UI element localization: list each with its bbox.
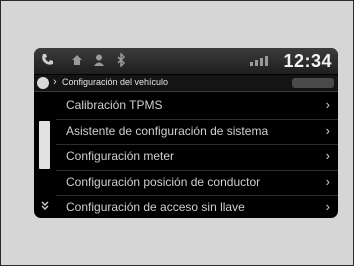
scrollbar[interactable] <box>37 96 50 214</box>
chevron-right-icon: › <box>325 199 330 214</box>
user-icon[interactable] <box>92 53 106 67</box>
phone-icon[interactable] <box>40 53 54 67</box>
list-item-keyless-access-settings[interactable]: Configuración de acceso sin llave › <box>56 196 338 218</box>
status-bar: 12:34 <box>34 48 338 74</box>
list-item-label: Asistente de configuración de sistema <box>66 123 269 138</box>
chevron-right-icon: › <box>325 173 330 189</box>
chevron-right-icon: › <box>53 76 57 88</box>
scrollbar-thumb[interactable] <box>39 121 50 169</box>
back-button[interactable] <box>37 77 49 89</box>
title-bar: › Configuración del vehículo <box>34 75 338 92</box>
signal-icon <box>250 56 268 66</box>
list-item-tpms-calibration[interactable]: Calibración TPMS › <box>56 94 338 120</box>
list-item-meter-settings[interactable]: Configuración meter › <box>56 145 338 171</box>
scroll-down-icon[interactable] <box>41 199 49 211</box>
bluetooth-icon[interactable] <box>114 53 128 67</box>
figure-frame: 12:34 › Configuración del vehículo Calib… <box>0 0 354 266</box>
list-item-driver-position-settings[interactable]: Configuración posición de conductor › <box>56 171 338 196</box>
home-icon[interactable] <box>70 53 84 67</box>
list-item-system-setup-assistant[interactable]: Asistente de configuración de sistema › <box>56 120 338 145</box>
list-item-label: Calibración TPMS <box>66 98 163 112</box>
chevron-right-icon: › <box>325 122 330 138</box>
chevron-right-icon: › <box>325 97 330 112</box>
list-item-label: Configuración meter <box>66 149 175 163</box>
list-item-label: Configuración de acceso sin llave <box>66 200 245 214</box>
clock: 12:34 <box>283 51 332 71</box>
settings-list: Calibración TPMS › Asistente de configur… <box>56 94 338 218</box>
infotainment-screen: 12:34 › Configuración del vehículo Calib… <box>34 48 338 218</box>
chevron-right-icon: › <box>325 148 330 163</box>
title-bar-button[interactable] <box>292 78 334 88</box>
page-title: Configuración del vehículo <box>62 77 169 87</box>
list-item-label: Configuración posición de conductor <box>66 174 261 189</box>
